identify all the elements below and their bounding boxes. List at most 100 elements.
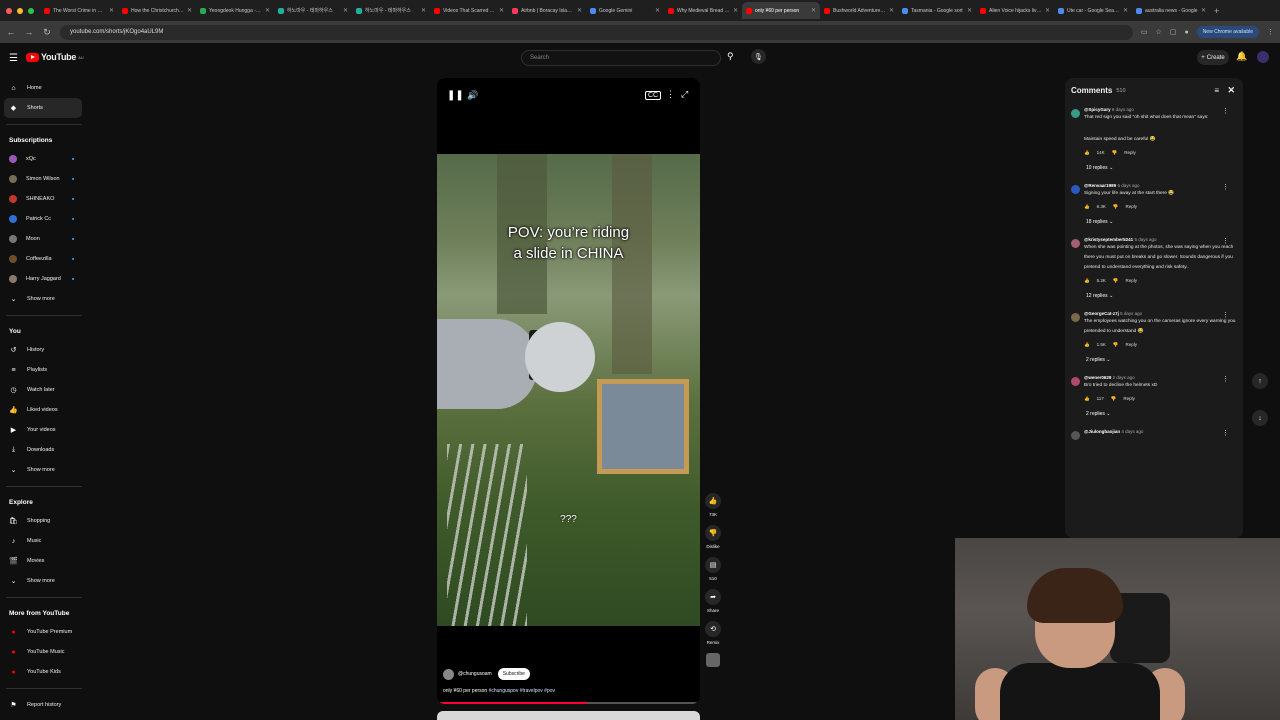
tab-close-icon[interactable]: ✕ — [421, 7, 426, 14]
more-options-icon[interactable]: ⋮ — [666, 89, 675, 100]
commenter-avatar[interactable] — [1071, 239, 1080, 248]
tab-close-icon[interactable]: ✕ — [109, 7, 114, 14]
sidebar-item[interactable]: 🛍 Shopping — [0, 511, 88, 531]
sound-action[interactable] — [702, 653, 724, 667]
url-field[interactable]: youtube.com/shorts/jKOgo4aUL9M — [60, 24, 1133, 40]
sidebar-subscription[interactable]: Patrick Cc — [0, 209, 88, 229]
sidebar-subscription[interactable]: Moon — [0, 229, 88, 249]
comment-author[interactable]: @GeorgeCat-z7j 5 days ago — [1084, 311, 1237, 316]
tab-close-icon[interactable]: ✕ — [1201, 7, 1206, 14]
browser-tab[interactable]: 하노마우 - 테마하우스 ✕ — [352, 2, 430, 19]
chrome-menu-icon[interactable]: ⋮ — [1267, 28, 1274, 36]
reload-button[interactable]: ↻ — [42, 27, 52, 38]
comment-author-name[interactable]: @SpicyGary — [1084, 107, 1111, 112]
comment-more-icon[interactable]: ⋮ — [1222, 429, 1229, 437]
thumbs-down-icon[interactable]: 👎 — [1113, 278, 1119, 284]
extensions-icon[interactable]: ▢ — [1170, 28, 1177, 36]
back-button[interactable]: ← — [6, 27, 16, 37]
reply-button[interactable]: Reply — [1124, 150, 1136, 155]
view-replies-button[interactable]: 12 replies ⌄ — [1084, 293, 1237, 305]
sidebar-item[interactable]: ▶ Your videos — [0, 420, 88, 440]
browser-tab[interactable]: Bushworld Adventures | A ✕ — [820, 2, 898, 19]
comment-author-name[interactable]: @kristyseptember5241 — [1084, 237, 1133, 242]
commenter-avatar[interactable] — [1071, 431, 1080, 440]
shorts-player[interactable]: POV: you’re riding a slide in CHINA ??? … — [437, 78, 700, 704]
caption-hashtags[interactable]: #chunguspov #travelpov #pov — [489, 688, 555, 694]
sidebar-item[interactable]: ♪ Music — [0, 531, 88, 551]
comment-more-icon[interactable]: ⋮ — [1222, 237, 1229, 245]
browser-tab[interactable]: Yeongdeok Hungga - Nav ✕ — [196, 2, 274, 19]
remix-icon[interactable]: ⟲ — [705, 621, 721, 637]
sound-thumbnail[interactable] — [706, 653, 720, 667]
thumbs-down-icon[interactable]: 👎 — [1111, 396, 1117, 402]
create-button[interactable]: + Create — [1197, 50, 1229, 65]
tab-close-icon[interactable]: ✕ — [1123, 7, 1128, 14]
comment-more-icon[interactable]: ⋮ — [1222, 183, 1229, 191]
comment-author-name[interactable]: @GeorgeCat-z7j — [1084, 311, 1119, 316]
search-icon[interactable]: ⚲ — [727, 51, 734, 62]
thumbs-down-icon[interactable]: 👎 — [1113, 204, 1119, 210]
you-heading[interactable]: You — [0, 322, 88, 340]
sidebar-item-home[interactable]: ⌂ Home — [0, 78, 88, 98]
reply-button[interactable]: Reply — [1125, 204, 1137, 209]
youtube-logo[interactable]: YouTube AU — [26, 52, 84, 62]
sidebar-subscription[interactable]: SHINEAKO — [0, 189, 88, 209]
dislike-action[interactable]: 👎 Dislike — [702, 525, 724, 549]
browser-tab[interactable]: australia news - Google ✕ — [1132, 2, 1210, 19]
tab-close-icon[interactable]: ✕ — [265, 7, 270, 14]
commenter-avatar[interactable] — [1071, 313, 1080, 322]
captions-icon[interactable]: CC — [645, 91, 662, 100]
view-replies-button[interactable]: 10 replies ⌄ — [1084, 165, 1237, 177]
tab-close-icon[interactable]: ✕ — [187, 7, 192, 14]
comment-author[interactable]: @kristyseptember5241 5 days ago — [1084, 237, 1237, 242]
like-action[interactable]: 👍 73K — [702, 493, 724, 517]
new-tab-button[interactable]: + — [1210, 6, 1219, 16]
channel-name[interactable]: @chungusoam — [458, 671, 492, 677]
notifications-bell-icon[interactable]: 🔔 — [1236, 51, 1247, 62]
browser-tab[interactable]: Tasmania - Google sort ✕ — [898, 2, 976, 19]
sort-icon[interactable]: ≡ — [1214, 86, 1219, 95]
tab-close-icon[interactable]: ✕ — [1045, 7, 1050, 14]
profile-icon[interactable]: ● — [1184, 29, 1188, 36]
thumbs-down-icon[interactable]: 👎 — [705, 525, 721, 541]
progress-bar[interactable] — [437, 702, 700, 704]
reply-button[interactable]: Reply — [1125, 342, 1137, 347]
sidebar-item[interactable]: ≡ Playlists — [0, 360, 88, 380]
sidebar-subscription[interactable]: Coffeezilla — [0, 249, 88, 269]
sidebar-subscription[interactable]: xQc — [0, 149, 88, 169]
subscribe-button[interactable]: Subscribe — [497, 668, 530, 680]
remix-action[interactable]: ⟲ Remix — [702, 621, 724, 645]
search-input[interactable]: Search — [521, 50, 721, 66]
browser-tab[interactable]: Alien Voice hijacks live T ✕ — [976, 2, 1054, 19]
comment-author-name[interactable]: @Renvaar1989 — [1084, 183, 1116, 188]
browser-tab[interactable]: Airbnb | Boracay Island - ✕ — [508, 2, 586, 19]
account-avatar[interactable] — [1257, 51, 1269, 63]
volume-icon[interactable]: 🔊 — [467, 90, 478, 101]
tab-close-icon[interactable]: ✕ — [655, 7, 660, 14]
channel-avatar[interactable] — [443, 668, 454, 680]
view-replies-button[interactable]: 2 replies ⌄ — [1084, 357, 1237, 369]
video-frame[interactable]: POV: you’re riding a slide in CHINA ??? — [437, 154, 700, 626]
sidebar-subscription[interactable]: Simon Wilson — [0, 169, 88, 189]
comment-author[interactable]: @Renvaar1989 6 days ago — [1084, 183, 1237, 188]
sidebar-subscription[interactable]: Harry Jaggard — [0, 269, 88, 289]
browser-tab[interactable]: Videos That Scarred Aust ✕ — [430, 2, 508, 19]
sidebar-item[interactable]: ● YouTube Kids — [0, 662, 88, 682]
subscriptions-heading[interactable]: Subscriptions — [0, 131, 88, 149]
browser-tab[interactable]: Why Medieval Bread Was ✕ — [664, 2, 742, 19]
next-short-button[interactable]: ↓ — [1252, 410, 1268, 426]
chrome-update-badge[interactable]: New Chrome available — [1196, 26, 1259, 38]
tab-close-icon[interactable]: ✕ — [889, 7, 894, 14]
thumbs-up-icon[interactable]: 👍 — [1084, 150, 1090, 156]
thumbs-up-icon[interactable]: 👍 — [705, 493, 721, 509]
comment-author[interactable]: @Jiulongbaojian 4 days ago — [1084, 429, 1237, 434]
comment-author[interactable]: @SpicyGary 6 days ago — [1084, 107, 1237, 112]
menu-icon[interactable]: ☰ — [9, 53, 18, 64]
thumbs-down-icon[interactable]: 👎 — [1113, 342, 1119, 348]
share-icon[interactable]: ➦ — [705, 589, 721, 605]
thumbs-up-icon[interactable]: 👍 — [1084, 278, 1090, 284]
sidebar-item[interactable]: ↺ History — [0, 340, 88, 360]
comment-more-icon[interactable]: ⋮ — [1222, 375, 1229, 383]
sidebar-item[interactable]: ● YouTube Music — [0, 642, 88, 662]
browser-tab[interactable]: only ¥60 per person ✕ — [742, 2, 820, 19]
